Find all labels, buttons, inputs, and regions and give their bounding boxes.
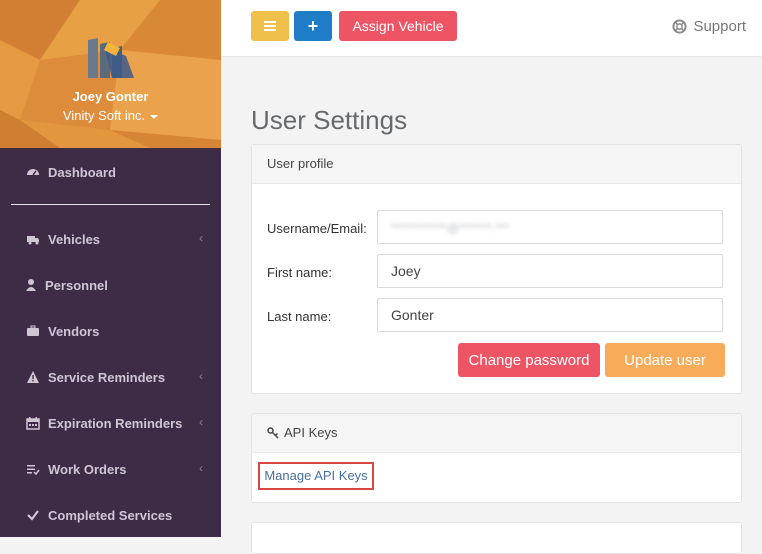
sidebar-item-label: Service Reminders	[48, 370, 166, 385]
update-user-button[interactable]: Update user	[605, 343, 725, 377]
next-panel	[251, 522, 742, 554]
company-dropdown[interactable]: Vinity Soft inc.	[0, 108, 221, 123]
dashboard-icon	[27, 169, 39, 176]
sidebar-item-vendors[interactable]: Vendors	[0, 316, 221, 346]
sidebar-item-label: Work Orders	[48, 462, 127, 477]
profile-header: Joey Gonter Vinity Soft inc.	[0, 0, 221, 148]
user-profile-panel: User profile Username/Email: ***********…	[251, 144, 742, 394]
truck-icon	[27, 236, 39, 245]
user-name[interactable]: Joey Gonter	[0, 89, 221, 104]
warning-icon	[27, 371, 39, 383]
sidebar-item-label: Personnel	[45, 278, 108, 293]
api-keys-panel: API Keys Manage API Keys	[251, 413, 742, 503]
last-name-field[interactable]: Gonter	[377, 298, 723, 332]
company-logo	[88, 38, 134, 78]
username-value: ************@*******.***	[391, 221, 510, 235]
briefcase-icon	[27, 325, 39, 336]
assign-vehicle-button[interactable]: Assign Vehicle	[339, 11, 457, 41]
sidebar-item-work-orders[interactable]: Work Orders ‹	[0, 454, 221, 484]
api-keys-heading: API Keys	[284, 425, 338, 440]
panel-heading: API Keys	[252, 414, 741, 453]
sidebar-item-dashboard[interactable]: Dashboard	[0, 157, 221, 187]
username-label: Username/Email:	[267, 221, 367, 236]
sidebar-item-label: Dashboard	[48, 165, 116, 180]
manage-api-keys-link[interactable]: Manage API Keys	[258, 462, 374, 490]
sidebar-item-personnel[interactable]: Personnel	[0, 270, 221, 300]
checklist-icon	[27, 465, 40, 476]
lifebuoy-icon	[672, 19, 687, 34]
sidebar-item-label: Vendors	[48, 324, 100, 339]
sidebar-item-completed-services[interactable]: Completed Services	[0, 500, 221, 530]
sidebar: Joey Gonter Vinity Soft inc. Dashboard V…	[0, 0, 221, 537]
username-field[interactable]: ************@*******.***	[377, 210, 723, 244]
chevron-left-icon: ‹	[199, 461, 203, 475]
sidebar-item-service-reminders[interactable]: Service Reminders ‹	[0, 362, 221, 392]
sidebar-item-label: Expiration Reminders	[48, 416, 183, 431]
chevron-left-icon: ‹	[199, 231, 203, 245]
last-name-label: Last name:	[267, 309, 332, 324]
top-bar: + Assign Vehicle Support	[221, 0, 762, 57]
sidebar-divider	[11, 204, 210, 205]
first-name-field[interactable]: Joey	[377, 254, 723, 288]
panel-heading: User profile	[252, 145, 741, 184]
caret-down-icon	[150, 114, 159, 119]
page-title: User Settings	[251, 105, 408, 135]
support-label: Support	[693, 18, 746, 35]
hamburger-icon	[264, 21, 276, 31]
change-password-button[interactable]: Change password	[458, 343, 600, 377]
chevron-left-icon: ‹	[199, 369, 203, 383]
chevron-left-icon: ‹	[199, 415, 203, 429]
menu-toggle-button[interactable]	[251, 11, 289, 41]
calendar-icon	[26, 417, 40, 430]
checkmark-icon	[27, 510, 39, 521]
sidebar-item-expiration-reminders[interactable]: Expiration Reminders ‹	[0, 408, 221, 438]
add-button[interactable]: +	[294, 11, 332, 41]
user-icon	[26, 279, 36, 291]
key-icon	[267, 427, 279, 439]
support-link[interactable]: Support	[672, 18, 746, 35]
first-name-label: First name:	[267, 265, 333, 280]
sidebar-item-label: Vehicles	[48, 232, 101, 247]
sidebar-item-vehicles[interactable]: Vehicles ‹	[0, 224, 221, 254]
company-name: Vinity Soft inc.	[62, 108, 146, 123]
sidebar-item-label: Completed Services	[48, 508, 173, 523]
